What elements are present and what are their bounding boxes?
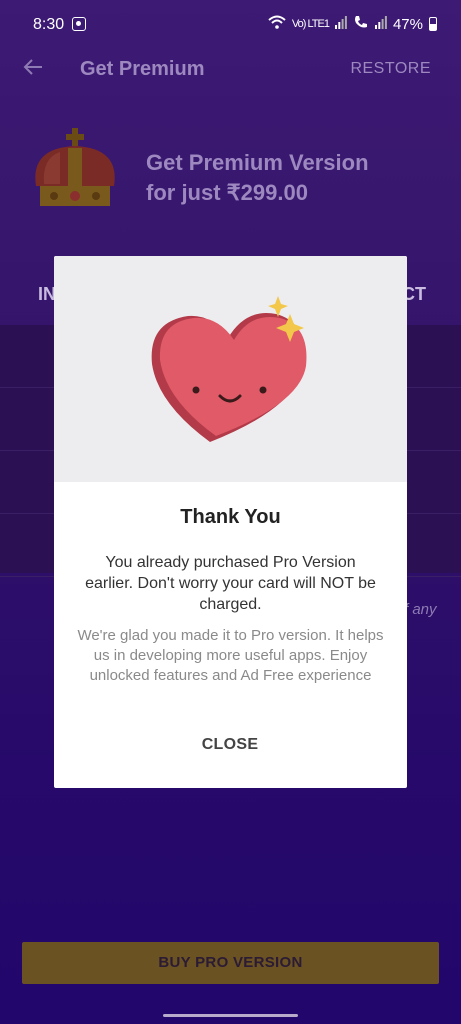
- background-note: f any: [404, 601, 437, 618]
- promo-title: Get Premium Version for just ₹299.00: [146, 148, 436, 208]
- thank-you-dialog: Thank You You already purchased Pro Vers…: [54, 256, 407, 788]
- battery-icon: [429, 17, 437, 31]
- promo-title-line2: for just ₹299.00: [146, 180, 308, 205]
- dialog-sub-message: We're glad you made it to Pro version. I…: [77, 627, 384, 684]
- crown-icon: [35, 128, 115, 206]
- status-bar: 8:30 Vo) LTE1 47%: [0, 0, 461, 48]
- restore-button[interactable]: RESTORE: [350, 60, 431, 78]
- notification-icon: [72, 17, 86, 31]
- wifi-icon: [268, 15, 286, 33]
- home-indicator[interactable]: [163, 1014, 298, 1017]
- dialog-message: You already purchased Pro Version earlie…: [85, 554, 376, 613]
- status-icons: Vo) LTE1 47%: [268, 14, 437, 34]
- call-icon: [353, 14, 369, 34]
- back-arrow-icon[interactable]: [22, 56, 44, 84]
- heart-icon: [151, 296, 307, 442]
- promo-title-line1: Get Premium Version: [146, 150, 369, 175]
- dialog-title: Thank You: [180, 506, 281, 528]
- page-title: Get Premium: [80, 58, 205, 80]
- close-button[interactable]: CLOSE: [180, 730, 280, 760]
- app-bar: Get Premium RESTORE: [0, 48, 461, 92]
- buy-pro-button[interactable]: BUY PRO VERSION: [22, 942, 439, 984]
- signal-icon-2: [374, 15, 387, 33]
- network-label: Vo) LTE1: [291, 18, 330, 30]
- signal-icon: [334, 15, 347, 33]
- battery-text: 47%: [392, 15, 423, 33]
- dialog-header: [54, 256, 407, 482]
- status-time: 8:30: [33, 16, 65, 33]
